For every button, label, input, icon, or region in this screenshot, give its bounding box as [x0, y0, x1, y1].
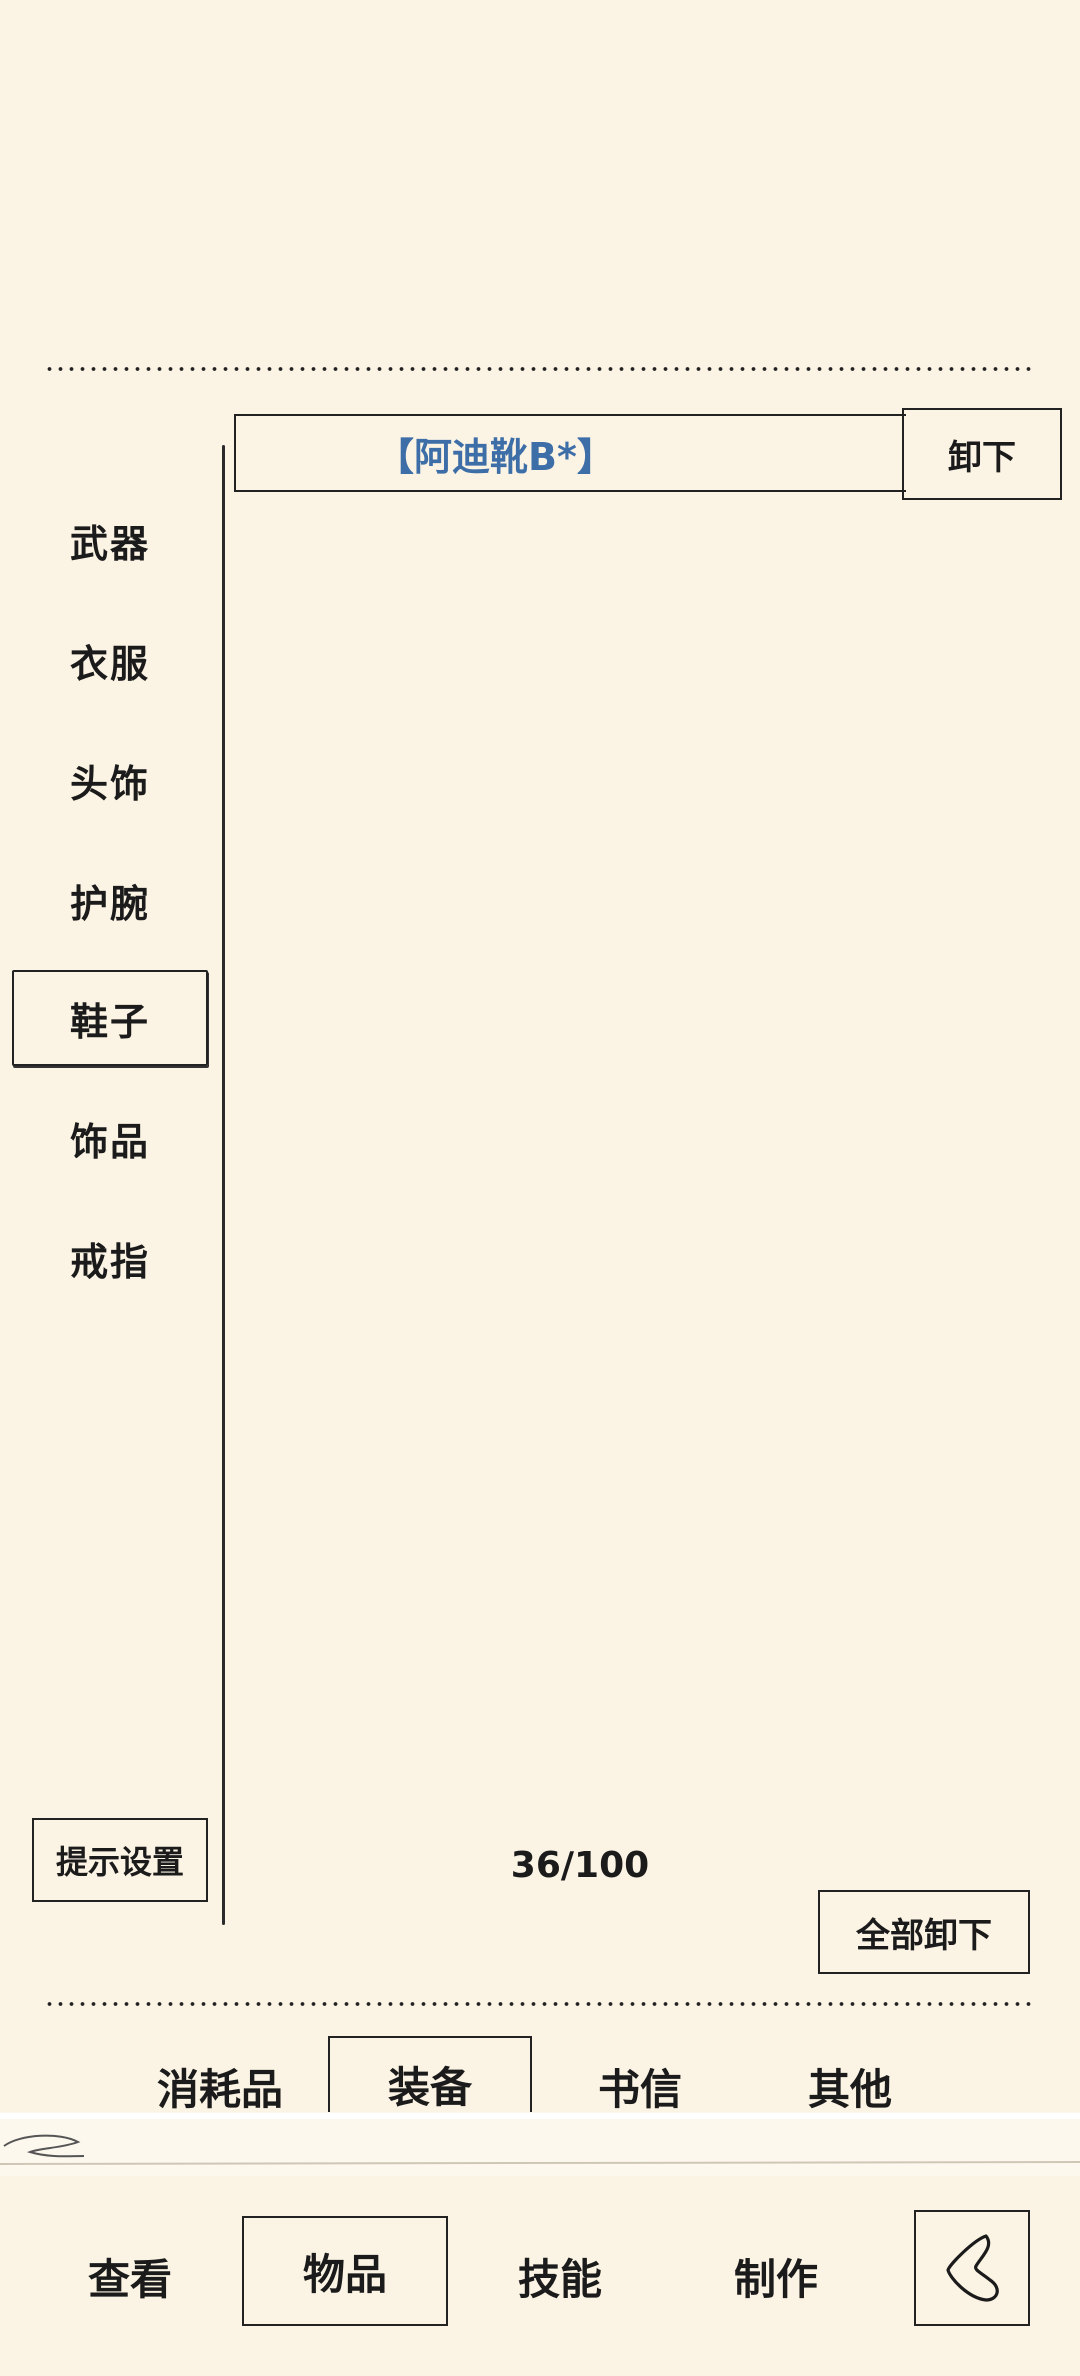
category-bracer[interactable]: 护腕 — [12, 852, 208, 948]
unequip-all-button[interactable]: 全部卸下 — [818, 1890, 1030, 1974]
category-clothes[interactable]: 衣服 — [12, 612, 208, 708]
top-dotted-divider — [44, 366, 1036, 372]
category-accessory[interactable]: 饰品 — [12, 1090, 208, 1186]
unequip-all-label: 全部卸下 — [856, 1915, 992, 1956]
nav-items[interactable]: 物品 — [242, 2216, 448, 2326]
category-headwear[interactable]: 头饰 — [12, 732, 208, 828]
inventory-capacity: 36/100 — [510, 1845, 650, 1886]
hint-settings-button[interactable]: 提示设置 — [32, 1818, 208, 1902]
category-label: 头饰 — [69, 761, 150, 806]
back-arrow-icon — [946, 2234, 999, 2302]
category-label: 戒指 — [69, 1239, 150, 1284]
unequip-button[interactable]: 卸下 — [902, 408, 1062, 500]
category-label: 武器 — [69, 521, 150, 566]
nav-view[interactable]: 查看 — [40, 2226, 220, 2326]
tab-label: 装备 — [387, 2062, 472, 2112]
nav-label: 查看 — [87, 2254, 172, 2304]
category-shoes[interactable]: 鞋子 — [12, 970, 208, 1066]
equipped-item-row[interactable]: 【阿迪靴B*】 — [234, 414, 906, 492]
category-ring[interactable]: 戒指 — [12, 1210, 208, 1306]
category-label: 饰品 — [69, 1119, 150, 1164]
category-label: 护腕 — [69, 881, 150, 926]
back-button[interactable] — [914, 2210, 1030, 2326]
torn-paper-divider — [0, 2112, 1080, 2176]
nav-label: 制作 — [733, 2254, 818, 2304]
hint-settings-label: 提示设置 — [55, 1843, 184, 1881]
tab-label: 书信 — [597, 2064, 682, 2114]
nav-skills[interactable]: 技能 — [470, 2226, 650, 2326]
nav-label: 技能 — [517, 2254, 602, 2304]
tab-label: 消耗品 — [156, 2064, 283, 2114]
nav-label: 物品 — [302, 2249, 387, 2299]
tab-label: 其他 — [807, 2064, 892, 2114]
bottom-dotted-divider — [44, 2001, 1036, 2007]
equipped-item-name: 【阿迪靴B*】 — [376, 434, 615, 479]
unequip-label: 卸下 — [948, 437, 1016, 478]
category-label: 鞋子 — [69, 999, 150, 1044]
category-label: 衣服 — [69, 641, 150, 686]
category-divider-line — [222, 445, 225, 1925]
nav-crafting[interactable]: 制作 — [686, 2226, 866, 2326]
category-weapon[interactable]: 武器 — [12, 492, 208, 588]
